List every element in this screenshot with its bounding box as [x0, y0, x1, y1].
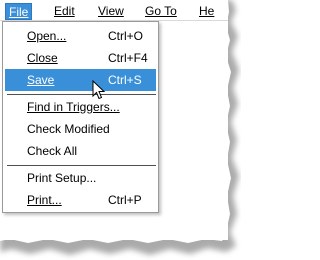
menu-item-print-setup[interactable]: Print Setup...: [5, 167, 156, 189]
menu-file-label: File: [9, 5, 29, 19]
menu-item-print[interactable]: Print... Ctrl+P: [5, 189, 156, 211]
menu-edit-label: Edit: [54, 4, 75, 18]
menu-help[interactable]: He: [196, 3, 217, 20]
file-dropdown-menu: Open... Ctrl+O Close Ctrl+F4 Save Ctrl+S…: [2, 21, 159, 213]
app-window: File Edit View Go To He Open... Ctrl+O C…: [0, 0, 228, 240]
menu-item-check-modified-label: Check Modified: [27, 122, 110, 136]
menu-goto-label: Go To: [145, 4, 177, 18]
mouse-pointer-icon: [92, 80, 106, 100]
menu-view-label: View: [98, 4, 124, 18]
menu-item-close-shortcut: Ctrl+F4: [108, 51, 148, 65]
menu-item-save[interactable]: Save Ctrl+S: [5, 69, 156, 91]
menu-item-open-label: Open...: [27, 29, 67, 43]
menu-goto[interactable]: Go To: [142, 3, 180, 20]
menu-item-print-label: Print...: [27, 193, 62, 207]
menu-item-check-all-label: Check All: [27, 144, 78, 158]
menu-item-open-shortcut: Ctrl+O: [108, 29, 144, 43]
menu-item-open[interactable]: Open... Ctrl+O: [5, 25, 156, 47]
menu-file[interactable]: File: [5, 3, 33, 20]
menu-item-find-in-triggers[interactable]: Find in Triggers...: [5, 96, 156, 118]
menu-item-print-setup-label: Print Setup...: [27, 171, 97, 185]
menu-item-close[interactable]: Close Ctrl+F4: [5, 47, 156, 69]
menu-edit[interactable]: Edit: [51, 3, 78, 20]
menu-separator: [7, 165, 156, 166]
menu-item-close-label: Close: [27, 51, 58, 65]
menu-view[interactable]: View: [95, 3, 127, 20]
menu-bar: File Edit View Go To He: [0, 2, 228, 21]
menu-help-label: He: [199, 4, 215, 18]
menu-item-check-all[interactable]: Check All: [5, 140, 156, 162]
menu-item-save-shortcut: Ctrl+S: [108, 73, 142, 87]
menu-separator: [7, 94, 156, 95]
menu-item-save-label: Save: [27, 73, 55, 87]
menu-item-check-modified[interactable]: Check Modified: [5, 118, 156, 140]
menu-item-print-shortcut: Ctrl+P: [108, 193, 142, 207]
